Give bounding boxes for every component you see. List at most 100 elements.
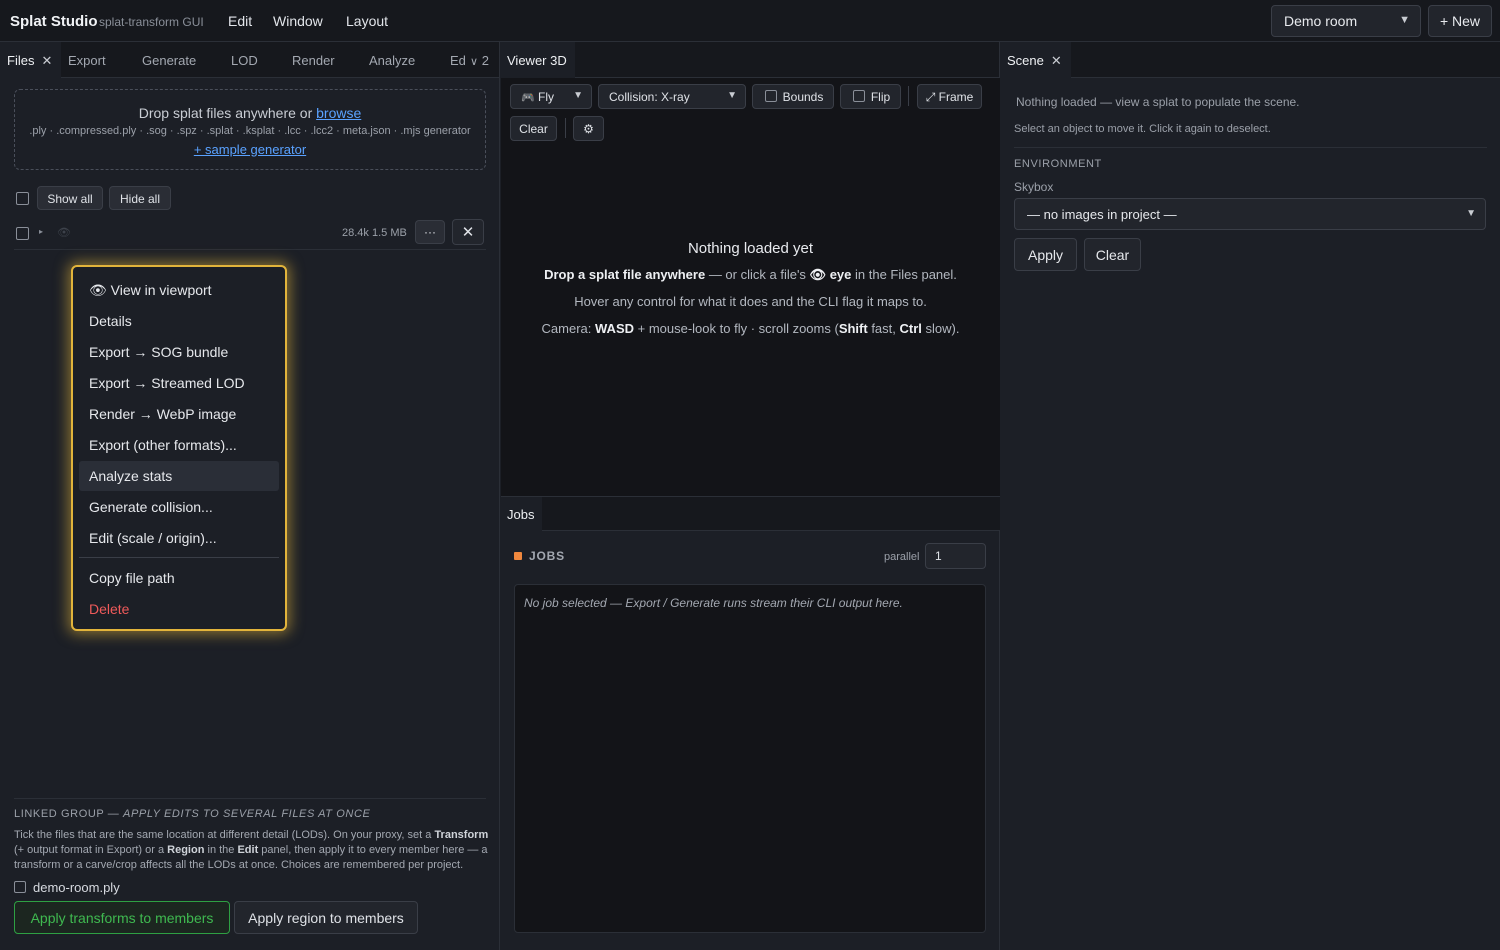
file-row[interactable]: ▸ 👁 28.4k 1.5 MB ··· ✕ [14, 218, 486, 250]
menu-item-edit-scale-origin[interactable]: Edit (scale / origin)... [79, 523, 279, 553]
linked-group-title-em: APPLY EDITS TO SEVERAL FILES AT ONCE [123, 808, 371, 820]
bounds-checkbox[interactable] [765, 90, 777, 102]
linked-desc-part: Tick the files that are the same locatio… [14, 829, 435, 841]
viewer-empty-line-3: Camera: WASD + mouse-look to fly · scrol… [501, 321, 1000, 336]
menu-item-delete[interactable]: Delete [79, 594, 279, 624]
apply-transforms-button[interactable]: Apply transforms to members [14, 901, 230, 934]
toolbar-divider [908, 86, 909, 106]
viewer-tab-bar: Viewer 3D [501, 42, 999, 78]
frame-button[interactable]: ⤢ Frame [917, 84, 982, 109]
jobs-log-placeholder: No job selected — Export / Generate runs… [524, 596, 903, 610]
viewer-empty-line-2: Hover any control for what it does and t… [574, 294, 927, 309]
empty-text: — or click a file's [705, 267, 810, 282]
menu-item-details[interactable]: Details [79, 306, 279, 336]
tab-edit[interactable]: Ed [450, 42, 466, 78]
close-icon[interactable]: ✕ [41, 53, 52, 69]
scene-tab-bar: Scene ✕ [1001, 42, 1500, 78]
app-title: Splat Studio [10, 13, 98, 30]
file-more-button[interactable]: ··· [415, 220, 445, 244]
tab-viewer-3d[interactable]: Viewer 3D [501, 42, 575, 78]
flip-toggle[interactable]: Flip [840, 84, 901, 109]
tab-overflow-count: 2 [481, 53, 489, 68]
expand-icon[interactable]: ▸ [39, 227, 43, 236]
jobs-log[interactable]: No job selected — Export / Generate runs… [514, 584, 986, 933]
linked-desc-bold: Transform [434, 829, 489, 841]
skybox-clear-button[interactable]: Clear [1084, 238, 1141, 271]
tab-lod[interactable]: LOD [231, 42, 258, 78]
browse-link[interactable]: browse [316, 105, 361, 121]
bounds-toggle[interactable]: Bounds [752, 84, 834, 109]
viewer-clear-button[interactable]: Clear [510, 116, 557, 141]
skybox-select[interactable]: — no images in project — ▼ [1014, 198, 1486, 230]
menu-item-render-webp[interactable]: Render → WebP image [79, 399, 279, 429]
viewport-3d[interactable]: 🎮 Fly ▼ Collision: X-ray ▼ Bounds Flip ⤢… [501, 78, 1000, 496]
camera-mode-select[interactable]: 🎮 Fly ▼ [510, 84, 592, 109]
chevron-down-icon: ∨ [470, 56, 479, 68]
hide-all-button[interactable]: Hide all [109, 186, 171, 210]
file-context-menu: 👁 View in viewport Details Export → SOG … [71, 265, 287, 631]
menu-item-analyze-stats[interactable]: Analyze stats [79, 461, 279, 491]
camera-mode-value: Fly [538, 90, 555, 104]
menu-item-export-sog[interactable]: Export → SOG bundle [79, 337, 279, 367]
menu-divider [79, 557, 279, 558]
menu-window[interactable]: Window [273, 13, 323, 29]
menu-layout[interactable]: Layout [346, 13, 388, 29]
tab-analyze[interactable]: Analyze [369, 42, 415, 78]
linked-desc-part: in the [204, 844, 238, 856]
skybox-apply-button[interactable]: Apply [1014, 238, 1077, 271]
linked-group-title: LINKED GROUP — APPLY EDITS TO SEVERAL FI… [14, 808, 370, 820]
parallel-input[interactable]: 1 [925, 543, 986, 569]
close-icon[interactable]: ✕ [1051, 53, 1062, 69]
gamepad-icon: 🎮 [521, 92, 535, 104]
menu-item-export-lod[interactable]: Export → Streamed LOD [79, 368, 279, 398]
menu-edit[interactable]: Edit [228, 13, 252, 29]
flip-checkbox[interactable] [853, 90, 865, 102]
skybox-select-value: — no images in project — [1027, 207, 1177, 222]
toolbar-divider [565, 118, 566, 138]
menu-item-generate-collision[interactable]: Generate collision... [79, 492, 279, 522]
collision-mode-select[interactable]: Collision: X-ray ▼ [598, 84, 746, 109]
linked-desc-part: (+ output format in Export) or a [14, 844, 168, 856]
tab-overflow[interactable]: ∨ 2 [470, 42, 489, 78]
linked-group-title-prefix: LINKED GROUP — [14, 808, 124, 820]
file-checkbox[interactable] [16, 227, 29, 240]
linked-group-description: Tick the files that are the same locatio… [14, 828, 490, 873]
show-all-button[interactable]: Show all [37, 186, 103, 210]
eye-icon: 👁 [809, 267, 827, 282]
gear-icon[interactable]: ⚙ [573, 116, 604, 141]
viewer-empty-title: Nothing loaded yet [687, 240, 814, 257]
chevron-down-icon: ▼ [573, 90, 583, 101]
supported-formats: .ply · .compressed.ply · .sog · .spz · .… [29, 125, 471, 137]
linked-file-checkbox[interactable] [14, 881, 26, 893]
empty-bold: Ctrl [899, 321, 922, 336]
jobs-header: JOBS [514, 549, 565, 563]
select-all-checkbox[interactable] [16, 192, 29, 205]
linked-desc-bold: Edit [237, 844, 259, 856]
tab-export[interactable]: Export [68, 42, 106, 78]
flip-label: Flip [870, 90, 891, 104]
menu-item-view-in-viewport[interactable]: 👁 View in viewport [79, 275, 279, 305]
skybox-label: Skybox [1014, 180, 1054, 194]
project-select-value: Demo room [1284, 13, 1358, 29]
file-remove-button[interactable]: ✕ [452, 219, 484, 245]
menu-item-copy-path[interactable]: Copy file path [79, 563, 279, 593]
tab-generate[interactable]: Generate [142, 42, 196, 78]
project-select[interactable]: Demo room ▼ [1271, 5, 1421, 37]
eye-icon[interactable]: 👁 [57, 226, 71, 239]
tab-jobs[interactable]: Jobs [501, 497, 542, 531]
empty-bold: Drop a splat file anywhere [544, 267, 706, 282]
sample-generator-link[interactable]: + sample generator [15, 142, 485, 157]
drop-zone-text: Drop splat files anywhere or [138, 105, 317, 121]
drop-zone[interactable]: Drop splat files anywhere or browse .ply… [14, 89, 486, 170]
empty-text: slow). [921, 321, 960, 336]
empty-bold: eye [829, 267, 852, 282]
tab-files-label: Files [7, 53, 35, 68]
tab-render[interactable]: Render [292, 42, 335, 78]
apply-region-button[interactable]: Apply region to members [234, 901, 418, 934]
tab-scene[interactable]: Scene ✕ [1001, 42, 1071, 78]
tab-files[interactable]: Files ✕ [0, 42, 61, 78]
new-project-button[interactable]: + New [1428, 5, 1492, 37]
menu-item-export-other[interactable]: Export (other formats)... [79, 430, 279, 460]
empty-text: in the Files panel. [851, 267, 957, 282]
app-subtitle: splat-transform GUI [99, 15, 204, 29]
